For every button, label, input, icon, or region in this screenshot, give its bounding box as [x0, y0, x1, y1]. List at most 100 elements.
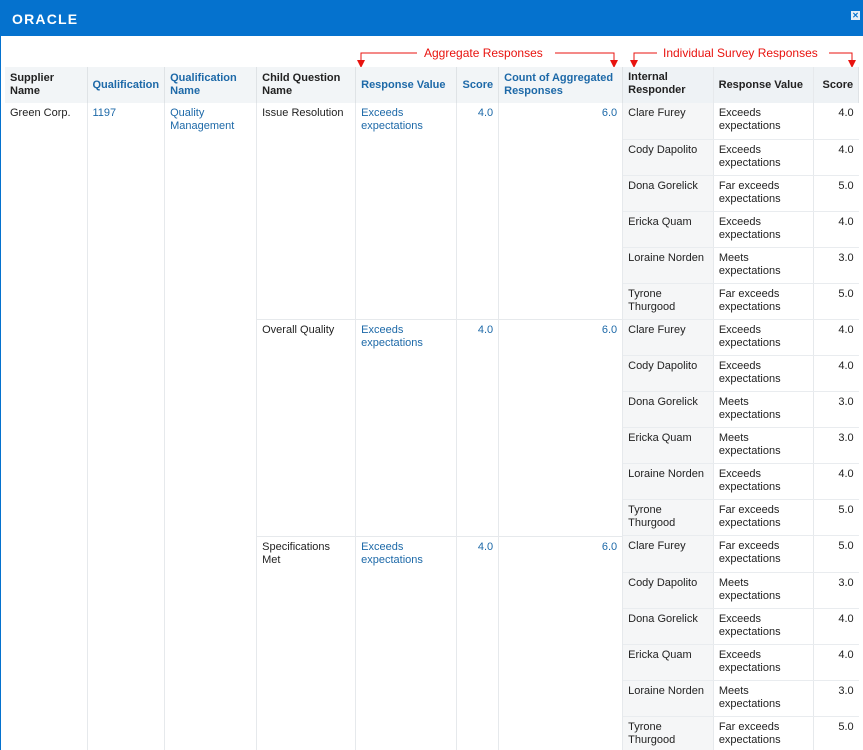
responder-name: Clare Furey	[623, 319, 714, 356]
col-child-question-name[interactable]: Child Question Name	[256, 67, 357, 103]
responder-name: Dona Gorelick	[623, 608, 714, 645]
responder-score: 5.0	[813, 499, 859, 536]
responder-name: Ericka Quam	[623, 427, 714, 464]
responder-name: Ericka Quam	[623, 644, 714, 681]
responder-name: Cody Dapolito	[623, 572, 714, 609]
supplier-name-cell: Green Corp.	[5, 103, 88, 750]
individual-responses-label: Individual Survey Responses	[663, 46, 818, 60]
list-item: Clare Furey Far exceeds expectations 5.0	[623, 536, 859, 573]
responder-score: 4.0	[813, 355, 859, 392]
responder-value: Far exceeds expectations	[713, 283, 815, 320]
responder-value: Far exceeds expectations	[713, 716, 815, 750]
responder-score: 4.0	[813, 103, 859, 140]
score-link[interactable]: 4.0	[456, 536, 500, 750]
responder-value: Meets expectations	[713, 391, 815, 428]
responder-name: Clare Furey	[623, 103, 714, 140]
list-item: Ericka Quam Meets expectations 3.0	[623, 427, 859, 464]
col-supplier-name[interactable]: Supplier Name	[5, 67, 88, 103]
header-row: Supplier Name Qualification Qualificatio…	[5, 67, 860, 103]
col-internal-responder[interactable]: Internal Responder	[623, 67, 714, 103]
col-qualification[interactable]: Qualification	[87, 67, 166, 103]
list-item: Tyrone Thurgood Far exceeds expectations 5…	[623, 716, 859, 750]
list-item: Dona Gorelick Meets expectations 3.0	[623, 391, 859, 428]
list-item: Clare Furey Exceeds expectations 4.0	[623, 319, 859, 356]
responder-value: Far exceeds expectations	[713, 499, 815, 536]
responder-score: 4.0	[813, 644, 859, 681]
oracle-logo: ORACLE	[12, 11, 79, 27]
aggregate-responses-label: Aggregate Responses	[424, 46, 543, 60]
responder-value: Exceeds expectations	[713, 355, 815, 392]
responder-score: 3.0	[813, 391, 859, 428]
responder-name: Tyrone Thurgood	[623, 716, 714, 750]
list-item: Cody Dapolito Meets expectations 3.0	[623, 572, 859, 609]
responses-table: Supplier Name Qualification Qualificatio…	[5, 67, 860, 750]
responder-name: Ericka Quam	[623, 211, 714, 248]
count-aggregated-link[interactable]: 6.0	[498, 319, 624, 537]
responder-value: Meets expectations	[713, 680, 815, 717]
list-item: Loraine Norden Meets expectations 3.0	[623, 680, 859, 717]
score-link[interactable]: 4.0	[456, 319, 500, 537]
individual-responses-group: Clare Furey Exceeds expectations 4.0 Cody …	[622, 319, 859, 536]
responder-name: Cody Dapolito	[623, 139, 714, 176]
col-count-aggregated[interactable]: Count of Aggregated Responses	[498, 67, 624, 103]
response-value-link[interactable]: Exceeds expectations	[355, 319, 458, 537]
app-header: ORACLE ✕	[0, 0, 863, 36]
responder-score: 4.0	[813, 211, 859, 248]
responder-value: Far exceeds expectations	[713, 536, 815, 573]
list-item: Tyrone Thurgood Far exceeds expectations 5…	[623, 499, 859, 536]
responder-value: Exceeds expectations	[713, 644, 815, 681]
responder-value: Far exceeds expectations	[713, 175, 815, 212]
responder-name: Loraine Norden	[623, 247, 714, 284]
close-icon[interactable]: ✕	[851, 11, 860, 20]
child-question-cell: Specifications Met	[256, 536, 357, 750]
responder-score: 4.0	[813, 139, 859, 176]
response-value-link[interactable]: Exceeds expectations	[355, 103, 458, 320]
col-score[interactable]: Score	[456, 67, 500, 103]
count-aggregated-link[interactable]: 6.0	[498, 536, 624, 750]
responder-value: Meets expectations	[713, 572, 815, 609]
frame-border	[0, 36, 1, 750]
col-response-value[interactable]: Response Value	[355, 67, 458, 103]
responder-name: Tyrone Thurgood	[623, 499, 714, 536]
child-question-cell: Issue Resolution	[256, 103, 357, 320]
list-item: Ericka Quam Exceeds expectations 4.0	[623, 211, 859, 248]
list-item: Cody Dapolito Exceeds expectations 4.0	[623, 355, 859, 392]
table-row: Green Corp. 1197 Quality Management Issu…	[5, 103, 859, 750]
count-aggregated-link[interactable]: 6.0	[498, 103, 624, 320]
score-link[interactable]: 4.0	[456, 103, 500, 320]
responder-value: Exceeds expectations	[713, 463, 815, 500]
responder-score: 4.0	[813, 319, 859, 356]
col-ind-score[interactable]: Score	[813, 67, 859, 103]
response-value-link[interactable]: Exceeds expectations	[355, 536, 458, 750]
child-question-cell: Overall Quality	[256, 319, 357, 537]
col-ind-response-value[interactable]: Response Value	[713, 67, 814, 103]
responder-name: Clare Furey	[623, 536, 714, 573]
responder-score: 4.0	[813, 463, 859, 500]
responder-value: Meets expectations	[713, 247, 815, 284]
responder-score: 5.0	[813, 716, 859, 750]
responder-name: Dona Gorelick	[623, 175, 714, 212]
responder-score: 3.0	[813, 680, 859, 717]
qualification-link[interactable]: 1197	[87, 103, 166, 750]
responder-score: 5.0	[813, 175, 859, 212]
responder-value: Exceeds expectations	[713, 211, 815, 248]
responder-value: Exceeds expectations	[713, 608, 815, 645]
responder-value: Meets expectations	[713, 427, 815, 464]
qualification-name-link[interactable]: Quality Management	[164, 103, 258, 750]
responder-value: Exceeds expectations	[713, 139, 815, 176]
individual-header: Internal Responder Response Value Score	[622, 67, 860, 103]
responder-score: 3.0	[813, 572, 859, 609]
list-item: Dona Gorelick Exceeds expectations 4.0	[623, 608, 859, 645]
responder-name: Tyrone Thurgood	[623, 283, 714, 320]
responder-score: 4.0	[813, 608, 859, 645]
responder-name: Loraine Norden	[623, 463, 714, 500]
list-item: Ericka Quam Exceeds expectations 4.0	[623, 644, 859, 681]
responder-score: 5.0	[813, 283, 859, 320]
responder-value: Exceeds expectations	[713, 319, 815, 356]
individual-responses-group: Clare Furey Exceeds expectations 4.0 Cody …	[622, 103, 859, 320]
individual-responses-group: Clare Furey Far exceeds expectations 5.0 C…	[622, 536, 859, 750]
list-item: Dona Gorelick Far exceeds expectations 5.0	[623, 175, 859, 212]
col-qualification-name[interactable]: Qualification Name	[164, 67, 258, 103]
list-item: Loraine Norden Exceeds expectations 4.0	[623, 463, 859, 500]
responder-value: Exceeds expectations	[713, 103, 815, 140]
